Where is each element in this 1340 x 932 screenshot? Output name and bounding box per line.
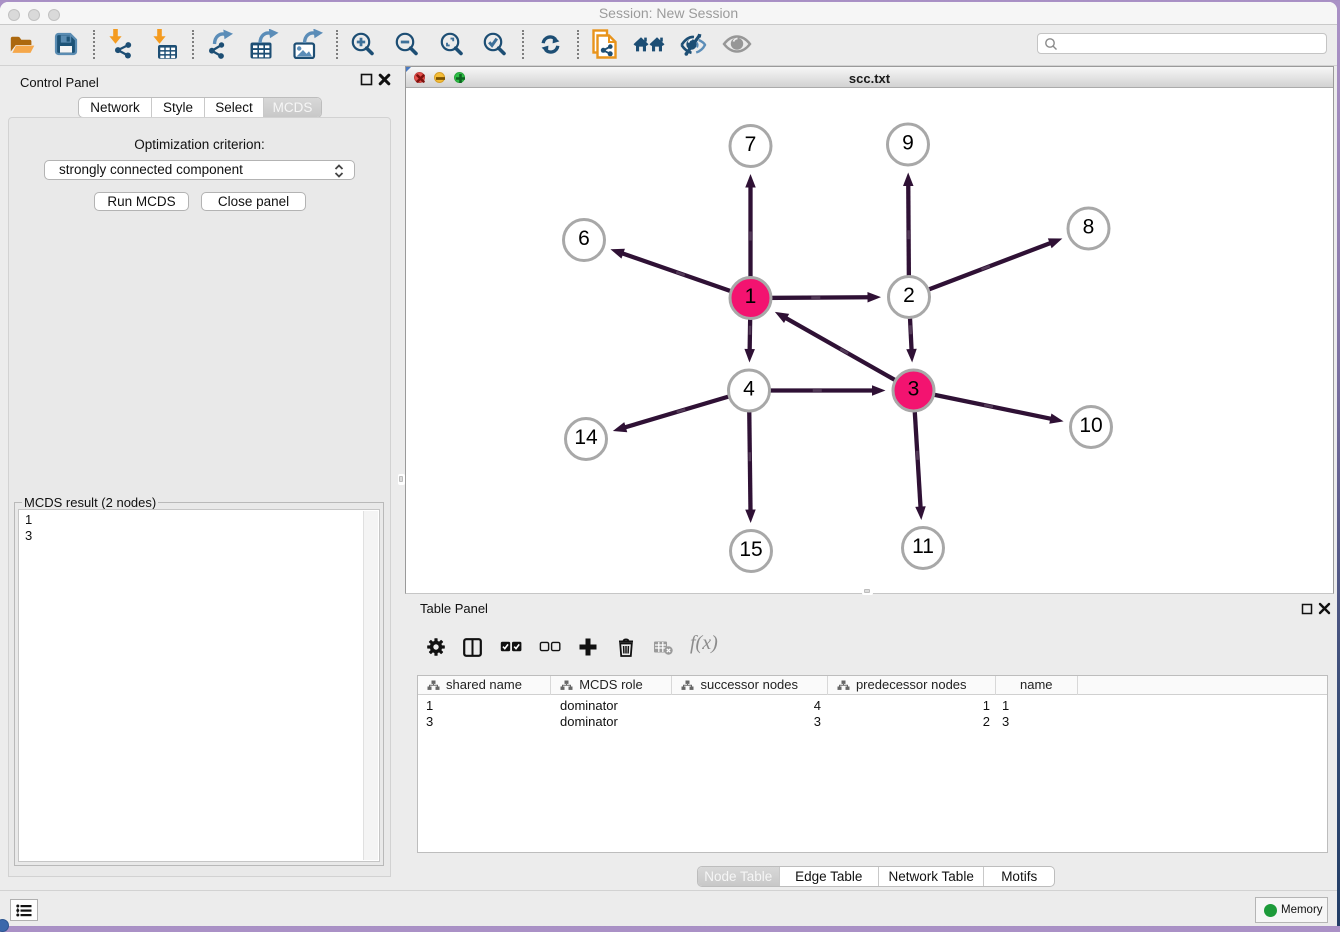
svg-text:6: 6 — [578, 227, 590, 250]
svg-text:8: 8 — [1083, 216, 1095, 239]
svg-text:7: 7 — [745, 133, 757, 156]
svg-text:14: 14 — [574, 426, 598, 449]
svg-text:10: 10 — [1079, 414, 1102, 437]
svg-text:3: 3 — [908, 378, 920, 401]
svg-text:15: 15 — [739, 538, 762, 561]
svg-text:11: 11 — [912, 535, 934, 558]
svg-text:4: 4 — [743, 378, 755, 401]
svg-text:9: 9 — [902, 132, 914, 155]
svg-text:1: 1 — [745, 285, 757, 308]
svg-text:2: 2 — [903, 284, 915, 307]
